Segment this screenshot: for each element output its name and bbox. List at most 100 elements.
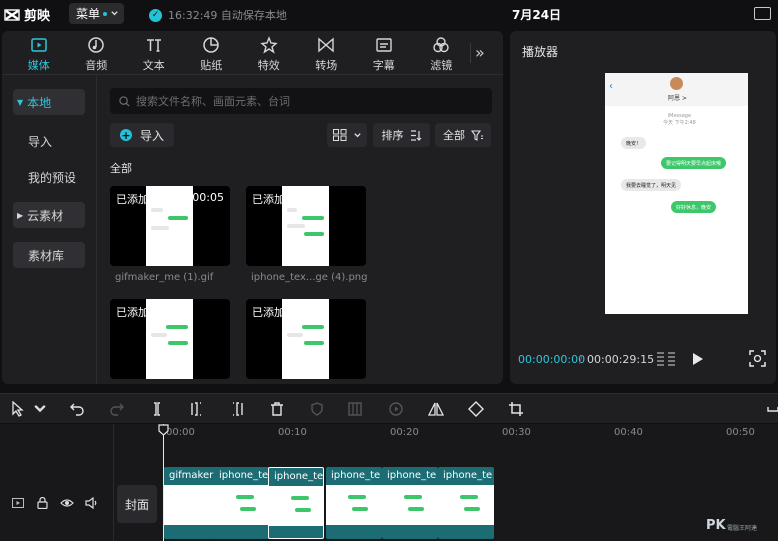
media-panel: 媒体 音频 文本 贴纸 特效 转场 字幕 滤镜 » ▼ 本地 导入 我的预设 ▶… [2,31,503,384]
clip-thumbnail [164,485,220,525]
trim-left-button[interactable] [188,400,206,418]
clip-thumbnail [269,486,323,526]
timeline-clip[interactable]: iphone_te [438,467,494,539]
timeline-clip[interactable]: iphone_te [326,467,382,539]
media-item[interactable]: 已添加 [246,299,366,379]
notification-dot [103,11,108,16]
sort-button[interactable]: 排序 [373,123,430,147]
filter-icon [433,37,449,53]
freeze-frame-button[interactable] [346,400,364,418]
tab-text[interactable]: 文本 [125,31,183,73]
tab-caption[interactable]: 字幕 [355,31,413,73]
timestamp-line: iMessage [667,113,692,119]
freeze-frame-icon [348,402,362,416]
clip-thumbnail [326,485,382,525]
tick-label: 00:00 [166,427,195,438]
play-icon[interactable] [692,352,704,366]
trim-right-icon [233,402,243,416]
eye-icon[interactable] [60,498,74,508]
playhead[interactable] [163,424,164,541]
timeline-clip-selected[interactable]: iphone_te [268,467,324,539]
tab-audio[interactable]: 音频 [68,31,126,73]
filter-funnel-icon [471,129,483,141]
lock-icon[interactable] [37,497,48,509]
split-icon [154,402,160,416]
timeline-grid-icon[interactable] [656,351,676,367]
added-badge: 已添加 [116,193,149,206]
search-placeholder: 搜索文件名称、画面元素、台词 [136,95,290,108]
sidebar-item-cloud[interactable]: ▶ 云素材 [13,202,85,228]
clip-thumbnail [214,485,270,525]
media-item[interactable]: 已添加 [246,186,366,266]
project-title[interactable]: 7月24日 [512,6,561,23]
sidebar-item-import[interactable]: 导入 [13,128,85,154]
crop-button[interactable] [507,400,525,418]
timeline-clip[interactable]: iphone_te [382,467,438,539]
search-input[interactable]: 搜索文件名称、画面元素、台词 [110,88,492,114]
time-ruler[interactable]: 00:00 00:10 00:20 00:30 00:40 00:50 [114,424,778,442]
media-item[interactable]: 已添加 [110,299,230,379]
timestamp-line: 今天 下午2:48 [663,120,696,126]
trim-left-icon [191,402,201,416]
sidebar-item-local[interactable]: ▼ 本地 [13,89,85,115]
filter-button[interactable]: 全部 [435,123,491,147]
tab-sticker[interactable]: 贴纸 [183,31,241,73]
chat-header: ‹ 阿恩 > [605,73,748,106]
tab-filter[interactable]: 滤镜 [413,31,471,73]
split-button[interactable] [148,400,166,418]
more-tabs-icon[interactable]: » [475,43,485,62]
view-mode-button[interactable] [327,123,367,147]
sort-icon [410,129,421,141]
undo-button[interactable] [68,400,86,418]
caret-down-icon: ▼ [17,97,24,107]
cover-button[interactable]: 封面 [117,485,157,523]
duration-badge: 00:05 [192,191,224,204]
select-mode-dropdown[interactable] [31,400,49,418]
tab-transition[interactable]: 转场 [298,31,356,73]
timeline[interactable]: 00:00 00:10 00:20 00:30 00:40 00:50 封面 g… [0,424,778,541]
mask-button[interactable] [308,400,326,418]
effects-icon [260,36,278,54]
menu-button[interactable]: 菜单 [69,3,124,24]
rotate-icon [468,401,484,417]
select-tool-button[interactable] [9,400,27,418]
media-sidebar: ▼ 本地 导入 我的预设 ▶ 云素材 素材库 [2,75,97,384]
grid-view-icon [332,129,346,141]
timeline-clip[interactable]: gifmaker [164,467,220,539]
video-preview[interactable]: ‹ 阿恩 > iMessage 今天 下午2:48 晚安！ 要记得明天要早点起床哦… [605,73,748,314]
sidebar-item-label: 导入 [28,134,53,149]
speaker-icon[interactable] [85,497,98,509]
tab-media[interactable]: 媒体 [10,31,68,73]
timeline-clip[interactable]: iphone_te [214,467,270,539]
title-bar: 剪映 菜单 ✓ 16:32:49 自动保存本地 7月24日 [0,0,778,28]
clip-label: iphone_te [274,471,324,482]
filter-label: 全部 [443,129,465,142]
delete-button[interactable] [268,400,286,418]
track-header [0,424,114,541]
tab-label: 文本 [142,59,165,72]
media-item[interactable]: 已添加 00:05 [110,186,230,266]
trim-right-button[interactable] [228,400,246,418]
video-track-icon [12,498,24,508]
fullscreen-icon[interactable] [749,350,766,367]
import-button[interactable]: + 导入 [110,123,174,147]
media-thumbnail [146,299,193,379]
chevron-down-icon [353,132,361,137]
tab-label: 滤镜 [430,59,453,72]
playback-button[interactable] [387,400,405,418]
tab-effects[interactable]: 特效 [240,31,298,73]
redo-button[interactable] [108,400,126,418]
sort-label: 排序 [381,129,404,142]
rotate-button[interactable] [467,400,485,418]
clip-label: iphone_te [443,470,493,481]
chat-bubble: 好好休息，晚安 [671,201,717,213]
sidebar-item-presets[interactable]: 我的预设 [13,164,85,190]
playhead-handle-icon[interactable] [158,424,169,436]
player-title: 播放器 [522,45,559,59]
transition-icon [318,37,334,53]
keyboard-shortcuts-icon[interactable] [754,7,771,20]
added-badge: 已添加 [116,306,149,319]
sidebar-item-library[interactable]: 素材库 [13,242,85,268]
microphone-button[interactable] [764,400,778,418]
mirror-button[interactable] [427,400,445,418]
